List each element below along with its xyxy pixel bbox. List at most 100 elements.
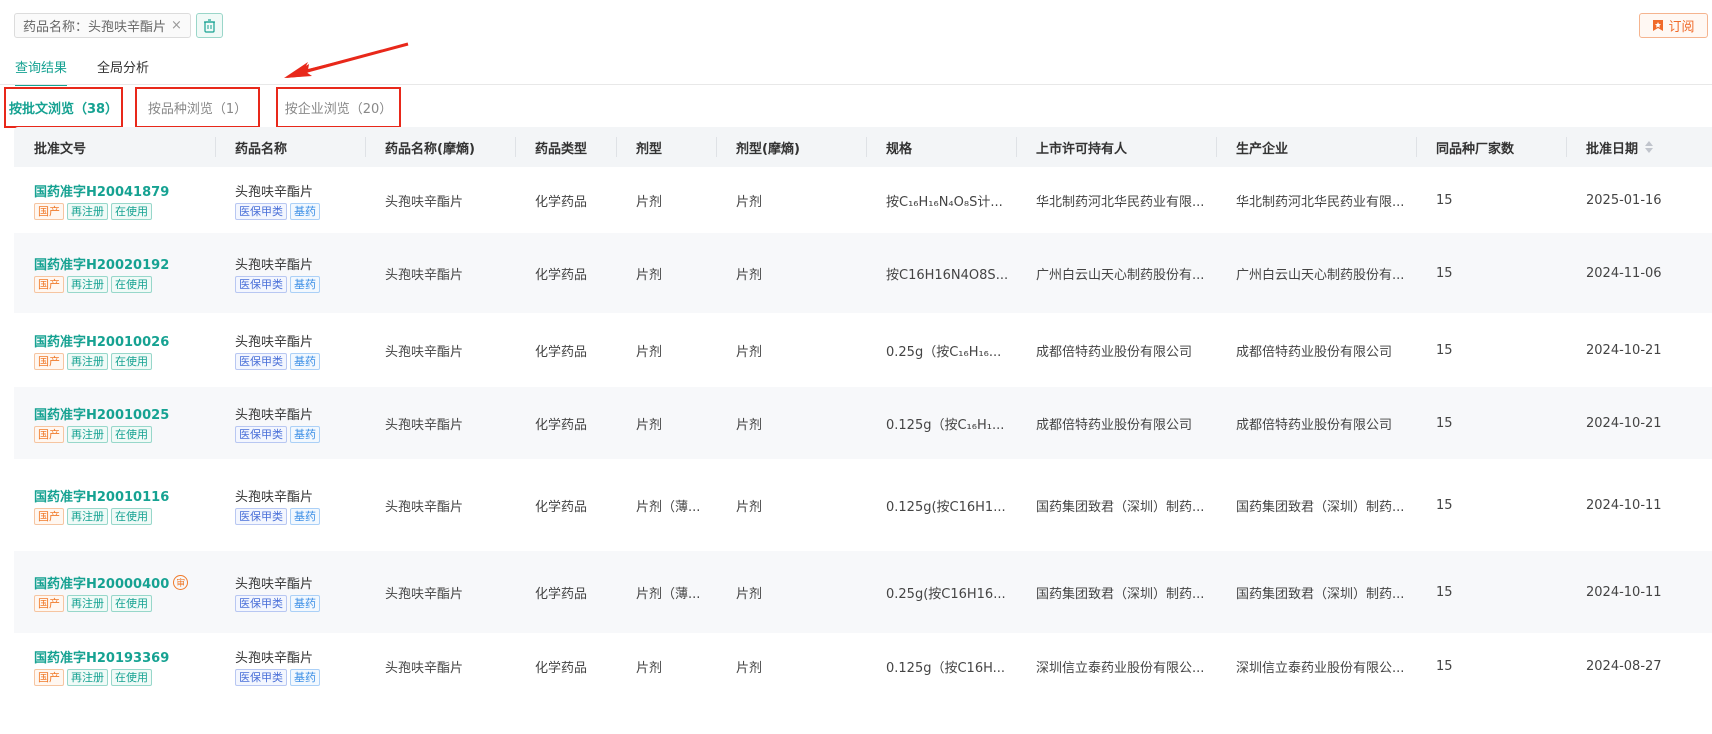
cell-dosage-form-moshang: 片剂 [736, 499, 763, 515]
approval-number[interactable]: 国药准字H20041879 [34, 181, 169, 200]
table-row[interactable]: 国药准字H20000400 审 国产 再注册 在使用 头孢呋辛酯片 医保甲类 基药 头孢… [14, 551, 1712, 633]
approval-link[interactable]: 国药准字H20010025 [34, 404, 215, 423]
approval-number[interactable]: 国药准字H20193369 [34, 647, 169, 666]
tab-browse-by-company[interactable]: 按企业浏览（20） [276, 87, 401, 128]
table-row[interactable]: 国药准字H20041879 国产 再注册 在使用 头孢呋辛酯片 医保甲类 基药 头孢呋… [14, 167, 1712, 233]
table-row[interactable]: 国药准字H20010116 国产 再注册 在使用 头孢呋辛酯片 医保甲类 基药 头孢呋… [14, 459, 1712, 551]
subscribe-label: 订阅 [1668, 20, 1695, 35]
approval-number[interactable]: 国药准字H20000400 [34, 573, 169, 592]
status-tag: 在使用 [111, 425, 152, 443]
status-tags: 国产 再注册 在使用 [34, 425, 215, 443]
cell-dosage-form: 片剂 [636, 267, 663, 283]
table-row[interactable]: 国药准字H20010026 国产 再注册 在使用 头孢呋辛酯片 医保甲类 基药 头孢呋… [14, 313, 1712, 387]
close-icon[interactable]: × [171, 18, 182, 33]
cell-specification: 按C16H16N4O8S... [886, 267, 1009, 283]
status-tag: 在使用 [111, 275, 152, 293]
cell-dosage-form-moshang: 片剂 [736, 660, 763, 676]
cell-approval-date: 2024-11-06 [1586, 265, 1662, 281]
status-tag: 再注册 [67, 668, 108, 686]
header-approval-date[interactable]: 批准日期 [1566, 127, 1712, 167]
drug-name: 头孢呋辛酯片 [235, 489, 314, 505]
status-tag: 再注册 [67, 425, 108, 443]
cell-dosage-form: 片剂（薄... [636, 586, 701, 602]
cell-drug-name-moshang: 头孢呋辛酯片 [385, 344, 464, 360]
drug-tag: 基药 [290, 425, 320, 443]
sort-icon[interactable] [1645, 141, 1654, 153]
approval-link[interactable]: 国药准字H20010116 [34, 486, 215, 505]
status-tag: 在使用 [111, 352, 152, 370]
trash-icon [204, 18, 215, 33]
cell-approval-date: 2025-01-16 [1586, 192, 1662, 208]
drug-name: 头孢呋辛酯片 [235, 650, 314, 666]
main-tabs: 查询结果 全局分析 [15, 57, 149, 86]
cell-approval: 国药准字H20010025 国产 再注册 在使用 [14, 404, 215, 443]
table-row[interactable]: 国药准字H20193369 国产 再注册 在使用 头孢呋辛酯片 医保甲类 基药 头孢呋… [14, 633, 1712, 699]
drug-tags: 医保甲类 基药 [235, 594, 365, 612]
status-tag: 再注册 [67, 202, 108, 220]
cell-approval-date: 2024-10-21 [1586, 342, 1662, 358]
cell-dosage-form-moshang: 片剂 [736, 586, 763, 602]
cell-license-holder: 国药集团致君（深圳）制药... [1036, 499, 1205, 515]
cell-manufacturer: 成都倍特药业股份有限公司 [1236, 344, 1393, 360]
clear-filters-button[interactable] [196, 13, 223, 38]
tab-query-results[interactable]: 查询结果 [15, 57, 68, 86]
cell-approval: 国药准字H20010116 国产 再注册 在使用 [14, 486, 215, 525]
cell-approval: 国药准字H20041879 国产 再注册 在使用 [14, 181, 215, 220]
table-row[interactable]: 国药准字H20010025 国产 再注册 在使用 头孢呋辛酯片 医保甲类 基药 头孢呋… [14, 387, 1712, 459]
drug-tags: 医保甲类 基药 [235, 275, 365, 293]
table-body: 国药准字H20041879 国产 再注册 在使用 头孢呋辛酯片 医保甲类 基药 头孢呋… [14, 167, 1712, 699]
approval-number[interactable]: 国药准字H20010025 [34, 404, 169, 423]
cell-dosage-form-moshang: 片剂 [736, 417, 763, 433]
tab-browse-by-approval[interactable]: 按批文浏览（38） [4, 87, 123, 128]
approval-link[interactable]: 国药准字H20020192 [34, 254, 215, 273]
cell-drug-name: 头孢呋辛酯片 医保甲类 基药 [215, 331, 365, 370]
approval-number[interactable]: 国药准字H20020192 [34, 254, 169, 273]
approval-link[interactable]: 国药准字H20010026 [34, 331, 215, 350]
cell-approval-date: 2024-10-11 [1586, 497, 1662, 513]
status-tags: 国产 再注册 在使用 [34, 594, 215, 612]
drug-tag: 医保甲类 [235, 594, 287, 612]
status-tag: 国产 [34, 202, 64, 220]
drug-tag: 医保甲类 [235, 507, 287, 525]
drug-tag: 医保甲类 [235, 275, 287, 293]
header-specification: 规格 [866, 127, 1016, 167]
cell-manufacturer: 国药集团致君（深圳）制药... [1236, 499, 1405, 515]
cell-manufacturer-count: 15 [1436, 658, 1453, 674]
status-tag: 国产 [34, 352, 64, 370]
cell-license-holder: 华北制药河北华民药业有限... [1036, 194, 1205, 210]
approval-number[interactable]: 国药准字H20010116 [34, 486, 169, 505]
subscribe-button[interactable]: 订阅 [1639, 13, 1708, 38]
tabs-divider [0, 84, 1712, 85]
status-tag: 国产 [34, 668, 64, 686]
cell-specification: 0.125g(按C16H1... [886, 499, 1006, 515]
cell-drug-name: 头孢呋辛酯片 医保甲类 基药 [215, 254, 365, 293]
approval-link[interactable]: 国药准字H20041879 [34, 181, 215, 200]
tab-browse-by-variety[interactable]: 按品种浏览（1） [135, 87, 260, 128]
status-tags: 国产 再注册 在使用 [34, 202, 215, 220]
cell-specification: 按C₁₆H₁₆N₄O₈S计... [886, 194, 1003, 210]
cell-drug-name: 头孢呋辛酯片 医保甲类 基药 [215, 181, 365, 220]
cell-manufacturer-count: 15 [1436, 415, 1453, 431]
drug-tags: 医保甲类 基药 [235, 507, 365, 525]
cell-manufacturer: 广州白云山天心制药股份有... [1236, 267, 1405, 283]
approval-number[interactable]: 国药准字H20010026 [34, 331, 169, 350]
cell-dosage-form: 片剂 [636, 344, 663, 360]
cell-approval: 国药准字H20010026 国产 再注册 在使用 [14, 331, 215, 370]
cell-drug-name-moshang: 头孢呋辛酯片 [385, 417, 464, 433]
cell-manufacturer: 成都倍特药业股份有限公司 [1236, 417, 1393, 433]
tab-global-analysis[interactable]: 全局分析 [97, 57, 149, 86]
header-license-holder: 上市许可持有人 [1016, 127, 1216, 167]
header-manufacturer-count: 同品种厂家数 [1416, 127, 1566, 167]
table-row[interactable]: 国药准字H20020192 国产 再注册 在使用 头孢呋辛酯片 医保甲类 基药 头孢呋… [14, 233, 1712, 313]
header-drug-name: 药品名称 [215, 127, 365, 167]
cell-approval-date: 2024-10-21 [1586, 415, 1662, 431]
approval-link[interactable]: 国药准字H20193369 [34, 647, 215, 666]
cell-dosage-form: 片剂 [636, 417, 663, 433]
status-tags: 国产 再注册 在使用 [34, 668, 215, 686]
approval-link[interactable]: 国药准字H20000400 审 [34, 573, 215, 592]
filter-chip-label: 药品名称：头孢呋辛酯片 [23, 20, 167, 35]
status-tag: 国产 [34, 275, 64, 293]
cell-drug-name-moshang: 头孢呋辛酯片 [385, 499, 464, 515]
cell-drug-name-moshang: 头孢呋辛酯片 [385, 660, 464, 676]
drug-tag: 医保甲类 [235, 668, 287, 686]
